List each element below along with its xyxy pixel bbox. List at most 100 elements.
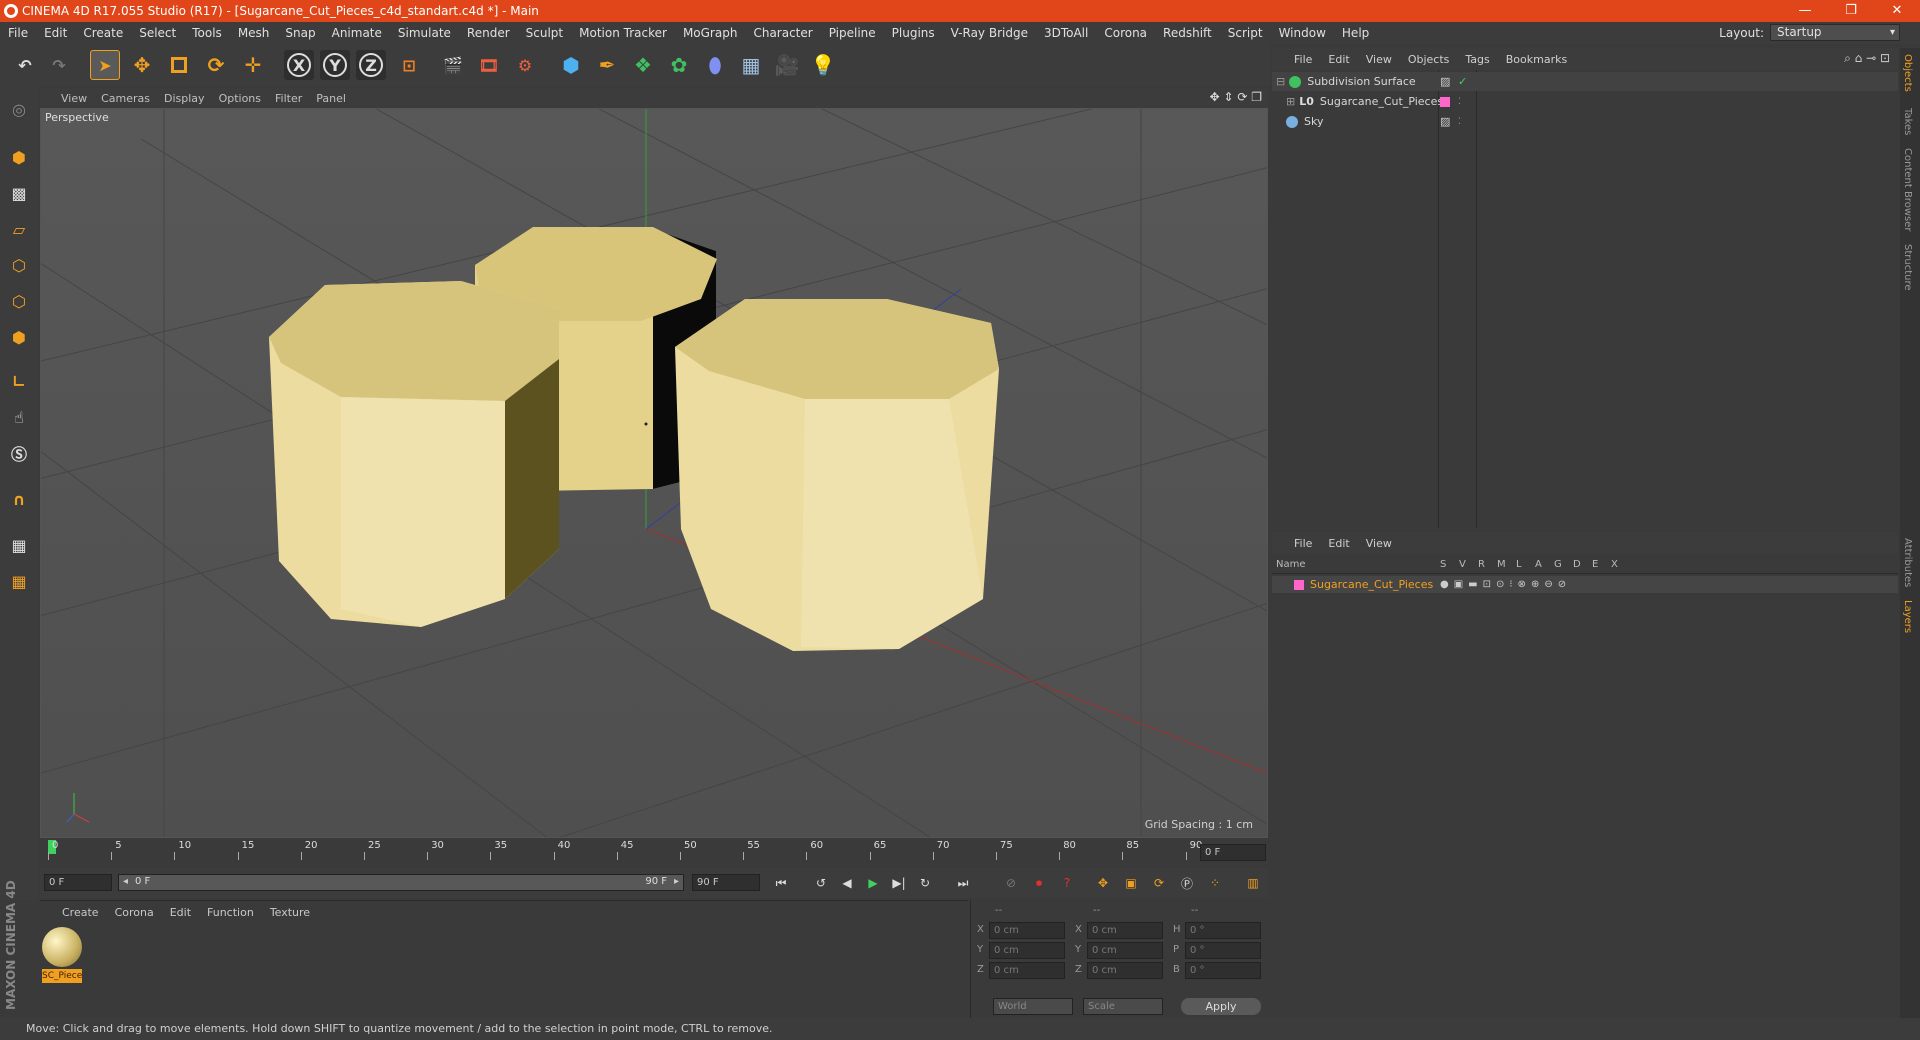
lock-workplane-icon[interactable]: ▦ [4, 530, 34, 560]
object-search-icon[interactable]: ⌕ ⌂ ⊸ ⊡ [1844, 51, 1890, 66]
tab-objects[interactable]: Objects [1902, 54, 1913, 92]
visibility-toggle-icon[interactable]: ▨ [1440, 115, 1450, 128]
texture-mode-icon[interactable]: ▩ [4, 178, 34, 208]
key-position-icon[interactable]: ✥ [1092, 872, 1114, 894]
restore-icon[interactable]: ❐ [1828, 0, 1874, 22]
coord-value-field[interactable]: 0 cm [989, 962, 1065, 979]
layout-dropdown[interactable]: Startup [1770, 24, 1900, 41]
menu-help[interactable]: Help [1334, 26, 1377, 40]
coord-scale-dropdown[interactable]: Scale [1083, 998, 1163, 1015]
menu-plugins[interactable]: Plugins [884, 26, 943, 40]
obj-menu-view[interactable]: View [1358, 53, 1400, 66]
previous-key-icon[interactable]: ↺ [810, 872, 832, 894]
coord-system-dropdown[interactable]: World [993, 998, 1073, 1015]
key-pla-icon[interactable]: ⁘ [1204, 872, 1226, 894]
obj-menu-objects[interactable]: Objects [1400, 53, 1458, 66]
axis-mode-icon[interactable]: ∟ [4, 366, 34, 396]
viewport-nav-icons[interactable]: ✥ ⇕ ⟳ ❐ [1210, 90, 1262, 104]
object-row-subdivision[interactable]: ⊟ Subdivision Surface ▨ ✓ [1272, 72, 1898, 91]
mat-menu-function[interactable]: Function [199, 906, 262, 919]
menu-mograph[interactable]: MoGraph [675, 26, 746, 40]
enabled-check-icon[interactable]: ✓ [1458, 75, 1467, 88]
render-view-icon[interactable]: 🎬 [438, 50, 468, 80]
tab-structure[interactable]: Structure [1902, 244, 1913, 291]
vp-menu-cameras[interactable]: Cameras [94, 92, 157, 105]
tab-layers[interactable]: Layers [1902, 600, 1913, 633]
obj-menu-file[interactable]: File [1286, 53, 1320, 66]
coord-value-field[interactable]: 0 cm [1087, 922, 1163, 939]
render-settings-icon[interactable]: ⚙ [510, 50, 540, 80]
pen-spline-icon[interactable]: ✒ [592, 50, 622, 80]
menu-window[interactable]: Window [1271, 26, 1334, 40]
vp-menu-options[interactable]: Options [212, 92, 268, 105]
apply-button[interactable]: Apply [1181, 998, 1261, 1015]
snap-s-icon[interactable]: Ⓢ [4, 438, 34, 468]
next-key-icon[interactable]: ↻ [914, 872, 936, 894]
mat-menu-texture[interactable]: Texture [262, 906, 318, 919]
menu-file[interactable]: File [0, 26, 36, 40]
vp-menu-panel[interactable]: Panel [309, 92, 353, 105]
x-axis-lock-icon[interactable]: X [284, 50, 314, 80]
menu-edit[interactable]: Edit [36, 26, 75, 40]
light-icon[interactable]: 💡 [808, 50, 838, 80]
layer-color-swatch[interactable] [1294, 579, 1304, 590]
camera-icon[interactable]: 🎥 [772, 50, 802, 80]
tab-content-browser[interactable]: Content Browser [1902, 148, 1913, 231]
key-parameter-icon[interactable]: Ⓟ [1176, 872, 1198, 894]
cloner-icon[interactable]: ✿ [664, 50, 694, 80]
coord-value-field[interactable]: 0 cm [989, 942, 1065, 959]
layer-column-header[interactable]: S [1440, 559, 1446, 570]
auto-key-icon[interactable]: ? [1056, 872, 1078, 894]
close-icon[interactable]: ✕ [1874, 0, 1920, 22]
coord-value-field[interactable]: 0 ° [1185, 962, 1261, 979]
object-row-sugarcane[interactable]: ⊞ L0 Sugarcane_Cut_Pieces ⁚ [1272, 92, 1898, 111]
mat-menu-corona[interactable]: Corona [107, 906, 162, 919]
scale-tool-icon[interactable] [164, 50, 194, 80]
render-picture-viewer-icon[interactable]: 🎞 [474, 50, 504, 80]
key-scale-icon[interactable]: ▣ [1120, 872, 1142, 894]
model-mode-icon[interactable]: ⬢ [4, 142, 34, 172]
obj-menu-bookmarks[interactable]: Bookmarks [1498, 53, 1575, 66]
menu-pipeline[interactable]: Pipeline [821, 26, 884, 40]
obj-menu-edit[interactable]: Edit [1320, 53, 1357, 66]
points-mode-icon[interactable]: ⬡ [4, 250, 34, 280]
layer-column-header[interactable]: E [1592, 559, 1598, 570]
select-tool-icon[interactable]: ➤ [90, 50, 120, 80]
visibility-dots-icon[interactable]: ⁚ [1458, 117, 1461, 127]
go-to-end-icon[interactable]: ⏭ [952, 872, 974, 894]
menu-tools[interactable]: Tools [184, 26, 230, 40]
tab-attributes[interactable]: Attributes [1902, 538, 1913, 587]
workplane-mode-icon[interactable]: ▱ [4, 214, 34, 244]
layer-menu-file[interactable]: File [1286, 537, 1320, 550]
undo-icon[interactable]: ↶ [10, 50, 40, 80]
move-tool-icon[interactable]: ✥ [127, 50, 157, 80]
make-editable-icon[interactable]: ◎ [4, 94, 34, 124]
y-axis-lock-icon[interactable]: Y [320, 50, 350, 80]
perspective-viewport[interactable]: Perspective Grid Spacing : 1 cm [40, 108, 1268, 838]
mat-menu-edit[interactable]: Edit [162, 906, 199, 919]
layer-color-icon[interactable] [1440, 96, 1450, 107]
vp-menu-display[interactable]: Display [157, 92, 212, 105]
coordinate-system-icon[interactable]: ⊡ [394, 50, 424, 80]
obj-menu-tags[interactable]: Tags [1457, 53, 1497, 66]
menu-snap[interactable]: Snap [277, 26, 323, 40]
tab-takes[interactable]: Takes [1902, 108, 1913, 135]
planar-workplane-icon[interactable]: ▦ [4, 566, 34, 596]
redo-icon[interactable]: ↷ [44, 50, 74, 80]
edges-mode-icon[interactable]: ⬡ [4, 286, 34, 316]
mat-menu-create[interactable]: Create [54, 906, 107, 919]
coord-value-field[interactable]: 0 cm [989, 922, 1065, 939]
end-frame-field[interactable]: 90 F [692, 874, 760, 891]
current-frame-field[interactable]: 0 F [1200, 844, 1266, 861]
coord-value-field[interactable]: 0 cm [1087, 962, 1163, 979]
layer-menu-view[interactable]: View [1358, 537, 1400, 550]
coord-value-field[interactable]: 0 ° [1185, 942, 1261, 959]
menu-character[interactable]: Character [745, 26, 820, 40]
z-axis-lock-icon[interactable]: Z [356, 50, 386, 80]
minimize-icon[interactable]: — [1782, 0, 1828, 22]
menu-create[interactable]: Create [75, 26, 131, 40]
deformer-icon[interactable]: ⬮ [700, 50, 730, 80]
layer-column-header[interactable]: A [1535, 559, 1542, 570]
menu-script[interactable]: Script [1220, 26, 1271, 40]
layer-column-header[interactable]: G [1554, 559, 1562, 570]
